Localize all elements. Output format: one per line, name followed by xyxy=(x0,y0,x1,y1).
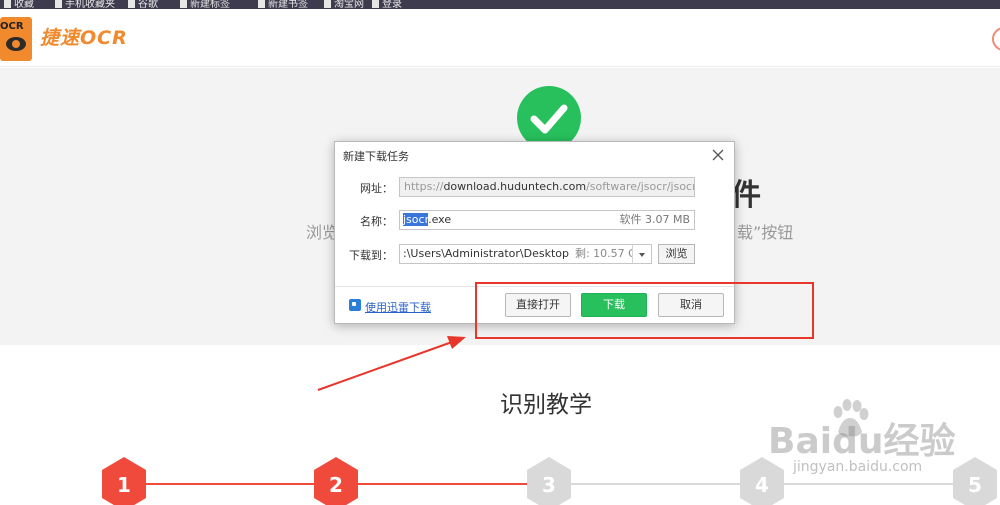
bookmark-item[interactable]: 新建书签 xyxy=(258,0,308,9)
step-5-label: 5 xyxy=(968,473,982,497)
hero-description-end: 载”按钮 xyxy=(737,223,794,242)
hero-title: 件 xyxy=(731,178,761,213)
bookmark-item[interactable]: 淘宝网 xyxy=(324,0,364,9)
thunder-icon xyxy=(349,299,361,311)
step-3-label: 3 xyxy=(542,473,556,497)
save-path-field[interactable]: :\Users\Administrator\Desktop 剩: 10.57 GB xyxy=(399,244,652,264)
file-type-size: 软件 3.07 MB xyxy=(619,213,690,226)
save-path-label: 下载到： xyxy=(349,249,393,262)
close-icon[interactable] xyxy=(711,148,725,162)
step-1-label: 1 xyxy=(117,473,131,497)
url-prefix: https:// xyxy=(404,180,444,193)
page: 收藏 手机收藏夹 谷歌 新建标签 新建书签 淘宝网 登录 OCR 捷速OCR 件… xyxy=(0,0,1000,505)
user-avatar-icon[interactable] xyxy=(992,27,1000,51)
filename-extension: .exe xyxy=(428,213,452,226)
section-title: 识别教学 xyxy=(500,392,592,418)
eye-icon xyxy=(6,37,26,51)
filename-input[interactable]: jsocr.exe 软件 3.07 MB xyxy=(399,210,695,230)
browse-button[interactable]: 浏览 xyxy=(658,244,695,264)
annotation-highlight-box xyxy=(475,282,814,339)
chevron-down-icon[interactable] xyxy=(632,244,652,264)
watermark-brand: Baidu经验 xyxy=(768,421,956,462)
logo-text[interactable]: 捷速OCR xyxy=(40,23,128,50)
name-label: 名称： xyxy=(360,215,393,228)
bookmark-item[interactable]: 收藏 xyxy=(4,0,34,9)
watermark-url: jingyan.baidu.com xyxy=(793,459,923,475)
url-label: 网址： xyxy=(360,182,393,195)
bookmark-item[interactable]: 手机收藏夹 xyxy=(55,0,115,9)
logo-badge-text: OCR xyxy=(0,21,24,32)
url-field[interactable]: https://download.huduntech.com/software/… xyxy=(399,177,695,197)
save-path-value: :\Users\Administrator\Desktop xyxy=(403,247,569,260)
dialog-title: 新建下载任务 xyxy=(343,150,409,163)
url-path: /software/jsocr/jsocr.exe xyxy=(586,180,695,193)
url-domain: download.huduntech.com xyxy=(443,180,587,193)
thunder-download-link[interactable]: 使用迅雷下载 xyxy=(365,299,431,315)
dialog-titlebar[interactable]: 新建下载任务 xyxy=(335,142,734,168)
bookmark-item[interactable]: 登录 xyxy=(372,0,402,9)
bookmark-item[interactable]: 新建标签 xyxy=(180,0,230,9)
bookmark-item[interactable]: 谷歌 xyxy=(128,0,158,9)
step-2[interactable]: 2 xyxy=(314,457,358,505)
site-header: OCR 捷速OCR xyxy=(0,9,1000,67)
filename-selected-text: jsocr xyxy=(403,213,429,226)
step-1[interactable]: 1 xyxy=(102,457,146,505)
baidu-watermark: Baidu经验 jingyan.baidu.com xyxy=(760,398,960,483)
bookmarks-bar: 收藏 手机收藏夹 谷歌 新建标签 新建书签 淘宝网 登录 xyxy=(0,0,1000,9)
step-2-label: 2 xyxy=(329,473,343,497)
step-3[interactable]: 3 xyxy=(527,457,571,505)
logo-icon[interactable]: OCR xyxy=(0,17,32,61)
